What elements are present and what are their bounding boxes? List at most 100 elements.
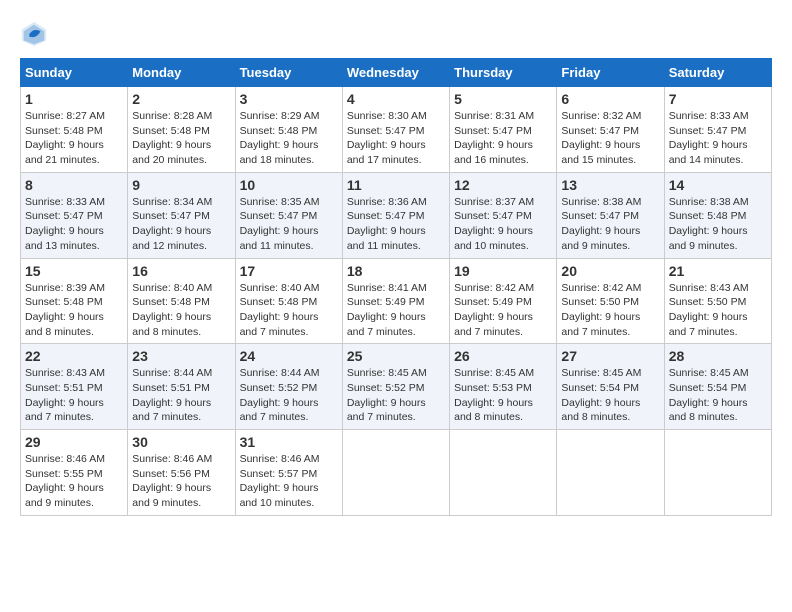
weekday-header: Thursday: [450, 59, 557, 87]
calendar-cell: 2 Sunrise: 8:28 AM Sunset: 5:48 PM Dayli…: [128, 87, 235, 173]
calendar-cell: 18 Sunrise: 8:41 AM Sunset: 5:49 PM Dayl…: [342, 258, 449, 344]
calendar-cell: 15 Sunrise: 8:39 AM Sunset: 5:48 PM Dayl…: [21, 258, 128, 344]
day-number: 7: [669, 91, 767, 107]
daylight-label: Daylight: 9 hours and 11 minutes.: [240, 225, 319, 252]
daylight-label: Daylight: 9 hours and 13 minutes.: [25, 225, 104, 252]
calendar-cell: 22 Sunrise: 8:43 AM Sunset: 5:51 PM Dayl…: [21, 344, 128, 430]
sunrise-label: Sunrise: 8:46 AM: [25, 453, 105, 465]
page-header: [20, 20, 772, 48]
sunrise-label: Sunrise: 8:27 AM: [25, 110, 105, 122]
day-info: Sunrise: 8:40 AM Sunset: 5:48 PM Dayligh…: [132, 281, 230, 340]
daylight-label: Daylight: 9 hours and 9 minutes.: [132, 482, 211, 509]
sunrise-label: Sunrise: 8:33 AM: [25, 196, 105, 208]
calendar-cell: [342, 430, 449, 516]
sunrise-label: Sunrise: 8:36 AM: [347, 196, 427, 208]
daylight-label: Daylight: 9 hours and 7 minutes.: [132, 397, 211, 424]
daylight-label: Daylight: 9 hours and 11 minutes.: [347, 225, 426, 252]
calendar-cell: [557, 430, 664, 516]
daylight-label: Daylight: 9 hours and 8 minutes.: [132, 311, 211, 338]
sunset-label: Sunset: 5:47 PM: [561, 125, 639, 137]
day-number: 27: [561, 348, 659, 364]
day-number: 26: [454, 348, 552, 364]
day-info: Sunrise: 8:45 AM Sunset: 5:52 PM Dayligh…: [347, 366, 445, 425]
calendar-cell: 7 Sunrise: 8:33 AM Sunset: 5:47 PM Dayli…: [664, 87, 771, 173]
calendar-cell: 16 Sunrise: 8:40 AM Sunset: 5:48 PM Dayl…: [128, 258, 235, 344]
sunrise-label: Sunrise: 8:45 AM: [454, 367, 534, 379]
day-info: Sunrise: 8:41 AM Sunset: 5:49 PM Dayligh…: [347, 281, 445, 340]
daylight-label: Daylight: 9 hours and 17 minutes.: [347, 139, 426, 166]
daylight-label: Daylight: 9 hours and 7 minutes.: [454, 311, 533, 338]
day-info: Sunrise: 8:44 AM Sunset: 5:52 PM Dayligh…: [240, 366, 338, 425]
daylight-label: Daylight: 9 hours and 8 minutes.: [25, 311, 104, 338]
day-info: Sunrise: 8:43 AM Sunset: 5:50 PM Dayligh…: [669, 281, 767, 340]
sunset-label: Sunset: 5:49 PM: [454, 296, 532, 308]
day-number: 5: [454, 91, 552, 107]
calendar-cell: 9 Sunrise: 8:34 AM Sunset: 5:47 PM Dayli…: [128, 172, 235, 258]
daylight-label: Daylight: 9 hours and 8 minutes.: [561, 397, 640, 424]
sunset-label: Sunset: 5:47 PM: [454, 125, 532, 137]
daylight-label: Daylight: 9 hours and 10 minutes.: [240, 482, 319, 509]
daylight-label: Daylight: 9 hours and 7 minutes.: [347, 311, 426, 338]
sunrise-label: Sunrise: 8:46 AM: [240, 453, 320, 465]
sunrise-label: Sunrise: 8:35 AM: [240, 196, 320, 208]
sunrise-label: Sunrise: 8:30 AM: [347, 110, 427, 122]
day-number: 24: [240, 348, 338, 364]
day-number: 13: [561, 177, 659, 193]
day-info: Sunrise: 8:46 AM Sunset: 5:55 PM Dayligh…: [25, 452, 123, 511]
sunset-label: Sunset: 5:48 PM: [25, 125, 103, 137]
day-number: 21: [669, 263, 767, 279]
sunset-label: Sunset: 5:47 PM: [25, 210, 103, 222]
day-number: 8: [25, 177, 123, 193]
sunset-label: Sunset: 5:48 PM: [240, 125, 318, 137]
day-info: Sunrise: 8:36 AM Sunset: 5:47 PM Dayligh…: [347, 195, 445, 254]
sunrise-label: Sunrise: 8:45 AM: [669, 367, 749, 379]
day-number: 28: [669, 348, 767, 364]
calendar-cell: [664, 430, 771, 516]
day-info: Sunrise: 8:29 AM Sunset: 5:48 PM Dayligh…: [240, 109, 338, 168]
weekday-header: Wednesday: [342, 59, 449, 87]
calendar-week-row: 1 Sunrise: 8:27 AM Sunset: 5:48 PM Dayli…: [21, 87, 772, 173]
calendar-cell: 1 Sunrise: 8:27 AM Sunset: 5:48 PM Dayli…: [21, 87, 128, 173]
sunrise-label: Sunrise: 8:44 AM: [132, 367, 212, 379]
calendar-cell: 24 Sunrise: 8:44 AM Sunset: 5:52 PM Dayl…: [235, 344, 342, 430]
daylight-label: Daylight: 9 hours and 15 minutes.: [561, 139, 640, 166]
daylight-label: Daylight: 9 hours and 18 minutes.: [240, 139, 319, 166]
sunset-label: Sunset: 5:48 PM: [25, 296, 103, 308]
calendar-cell: 10 Sunrise: 8:35 AM Sunset: 5:47 PM Dayl…: [235, 172, 342, 258]
calendar-cell: [450, 430, 557, 516]
sunrise-label: Sunrise: 8:38 AM: [669, 196, 749, 208]
daylight-label: Daylight: 9 hours and 10 minutes.: [454, 225, 533, 252]
day-info: Sunrise: 8:37 AM Sunset: 5:47 PM Dayligh…: [454, 195, 552, 254]
sunrise-label: Sunrise: 8:45 AM: [561, 367, 641, 379]
daylight-label: Daylight: 9 hours and 7 minutes.: [669, 311, 748, 338]
weekday-header-row: SundayMondayTuesdayWednesdayThursdayFrid…: [21, 59, 772, 87]
day-number: 10: [240, 177, 338, 193]
calendar-week-row: 8 Sunrise: 8:33 AM Sunset: 5:47 PM Dayli…: [21, 172, 772, 258]
calendar-cell: 31 Sunrise: 8:46 AM Sunset: 5:57 PM Dayl…: [235, 430, 342, 516]
sunrise-label: Sunrise: 8:29 AM: [240, 110, 320, 122]
sunrise-label: Sunrise: 8:42 AM: [454, 282, 534, 294]
day-number: 12: [454, 177, 552, 193]
daylight-label: Daylight: 9 hours and 9 minutes.: [669, 225, 748, 252]
sunrise-label: Sunrise: 8:43 AM: [25, 367, 105, 379]
calendar-cell: 17 Sunrise: 8:40 AM Sunset: 5:48 PM Dayl…: [235, 258, 342, 344]
day-info: Sunrise: 8:30 AM Sunset: 5:47 PM Dayligh…: [347, 109, 445, 168]
sunrise-label: Sunrise: 8:43 AM: [669, 282, 749, 294]
calendar-cell: 20 Sunrise: 8:42 AM Sunset: 5:50 PM Dayl…: [557, 258, 664, 344]
sunset-label: Sunset: 5:47 PM: [132, 210, 210, 222]
sunrise-label: Sunrise: 8:40 AM: [240, 282, 320, 294]
calendar-cell: 28 Sunrise: 8:45 AM Sunset: 5:54 PM Dayl…: [664, 344, 771, 430]
calendar-cell: 8 Sunrise: 8:33 AM Sunset: 5:47 PM Dayli…: [21, 172, 128, 258]
day-number: 17: [240, 263, 338, 279]
day-info: Sunrise: 8:42 AM Sunset: 5:49 PM Dayligh…: [454, 281, 552, 340]
day-number: 11: [347, 177, 445, 193]
sunset-label: Sunset: 5:50 PM: [561, 296, 639, 308]
sunrise-label: Sunrise: 8:42 AM: [561, 282, 641, 294]
daylight-label: Daylight: 9 hours and 8 minutes.: [669, 397, 748, 424]
sunset-label: Sunset: 5:51 PM: [25, 382, 103, 394]
weekday-header: Monday: [128, 59, 235, 87]
sunrise-label: Sunrise: 8:39 AM: [25, 282, 105, 294]
day-info: Sunrise: 8:43 AM Sunset: 5:51 PM Dayligh…: [25, 366, 123, 425]
day-number: 23: [132, 348, 230, 364]
calendar-cell: 14 Sunrise: 8:38 AM Sunset: 5:48 PM Dayl…: [664, 172, 771, 258]
